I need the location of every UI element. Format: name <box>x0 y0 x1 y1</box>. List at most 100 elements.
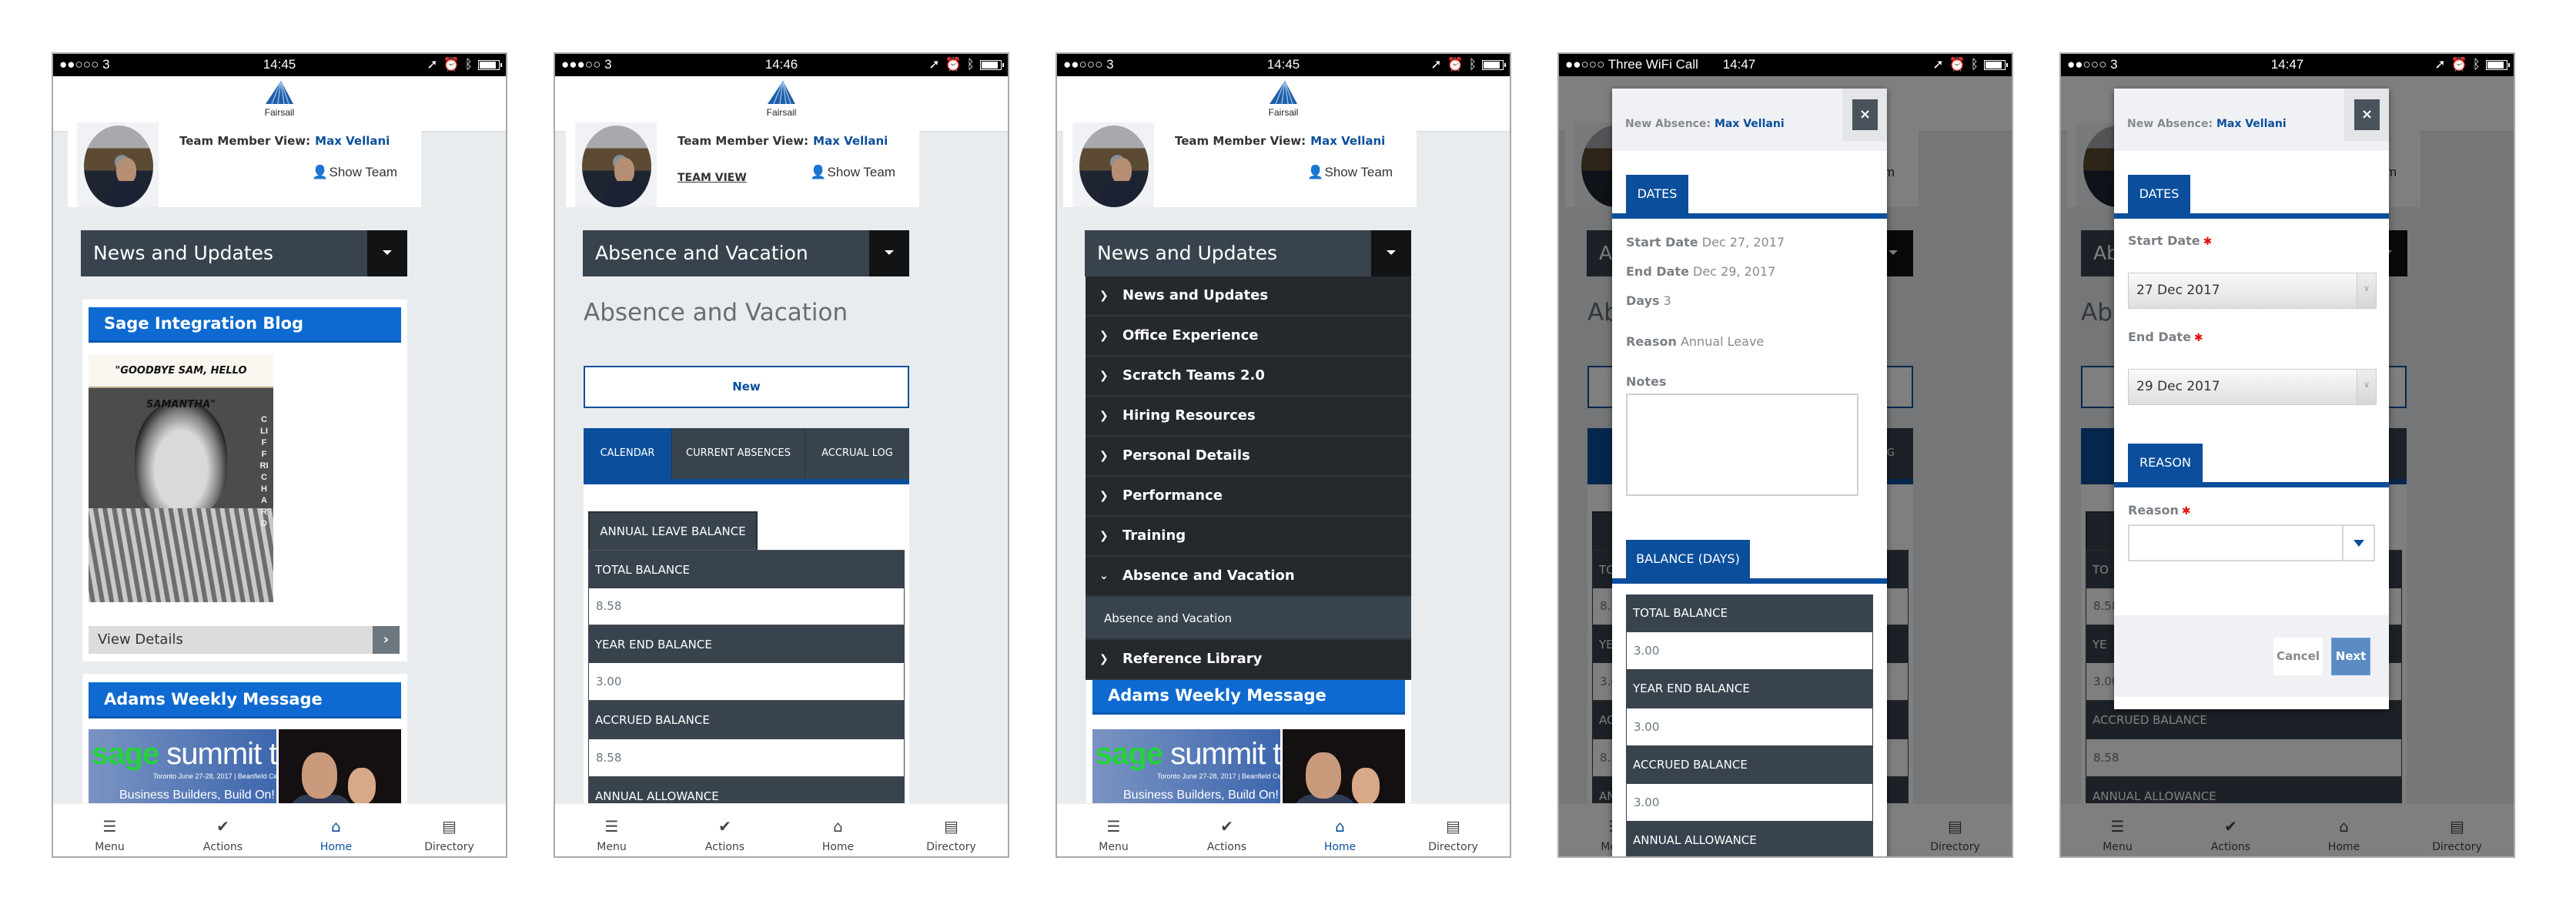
location-icon: ➚ <box>2434 57 2446 72</box>
section-menu: ❯ News and Updates ❯ Office Experience ❯ Sc… <box>1086 276 1411 680</box>
member-name-link[interactable]: Max Vellani <box>315 134 390 148</box>
reason-select[interactable] <box>2128 524 2375 561</box>
balance-value: 3.00 <box>1626 632 1873 669</box>
menu-item[interactable]: ❯ Office Experience <box>1086 317 1411 357</box>
menu-item[interactable]: ❯ Training <box>1086 517 1411 557</box>
profile-card: Team Member View: Max Vellani 👤 Show Team <box>1063 122 1417 207</box>
reason-field: Reason Annual Leave <box>1626 334 1765 349</box>
card-title[interactable]: Sage Integration Blog <box>89 307 401 343</box>
tab-calendar[interactable]: CALENDAR <box>584 428 672 479</box>
tab-home[interactable]: ⌂Home <box>781 804 895 856</box>
battery-icon <box>1482 59 1506 70</box>
show-team-button[interactable]: 👤 Show Team <box>1307 165 1393 180</box>
section-dropdown[interactable]: Absence and Vacation <box>583 230 909 276</box>
tab-actions[interactable]: ✔Actions <box>668 804 781 856</box>
view-details-button[interactable]: View Details › <box>89 626 400 654</box>
dropdown-toggle-button[interactable] <box>367 230 407 276</box>
submenu-item[interactable]: Absence and Vacation <box>1086 597 1411 640</box>
blog-image[interactable]: "GOODBYE SAM, HELLO SAMANTHA" CLIFF RICH… <box>89 354 273 602</box>
show-team-button[interactable]: 👤 Show Team <box>312 165 397 180</box>
tab-menu[interactable]: ☰Menu <box>53 804 166 856</box>
menu-item[interactable]: ❯ Hiring Resources <box>1086 397 1411 437</box>
battery-icon <box>478 59 502 70</box>
notes-textarea[interactable] <box>1626 394 1858 496</box>
menu-item[interactable]: ❯ Personal Details <box>1086 437 1411 477</box>
tab-current-absences[interactable]: CURRENT ABSENCES <box>672 428 805 479</box>
fairsail-logo[interactable]: Fairsail <box>256 80 303 118</box>
bluetooth-icon: ᛒ <box>464 57 473 72</box>
required-marker: ✱ <box>2193 332 2203 344</box>
notes-label: Notes <box>1626 374 1667 389</box>
tab-directory[interactable]: ▤Directory <box>895 804 1008 856</box>
dropdown-button[interactable] <box>2342 526 2374 560</box>
bottom-tab-bar: ☰Menu ✔Actions ⌂Home ▤Directory <box>53 803 506 856</box>
modal-header: New Absence: Max Vellani × <box>1612 89 1887 151</box>
tab-home[interactable]: ⌂Home <box>279 804 393 856</box>
chevron-right-icon: ❯ <box>1099 410 1109 422</box>
new-absence-button[interactable]: New <box>584 366 909 408</box>
start-date-label: Start Date ✱ <box>2128 233 2213 248</box>
tab-directory[interactable]: ▤Directory <box>1397 804 1510 856</box>
team-member-view: Team Member View: Max Vellani <box>179 134 390 148</box>
bluetooth-icon: ᛒ <box>2472 57 2481 72</box>
end-date-field: End Date Dec 29, 2017 <box>1626 264 1776 279</box>
member-name-link[interactable]: Max Vellani <box>813 134 888 148</box>
close-button[interactable]: × <box>2354 99 2380 130</box>
section-dropdown[interactable]: News and Updates <box>81 230 407 276</box>
end-date-select[interactable]: 29 Dec 2017 ∨ <box>2128 369 2377 405</box>
new-absence-modal: New Absence: Max Vellani × DATES Start D… <box>2114 89 2389 709</box>
annual-leave-balance-tab[interactable]: ANNUAL LEAVE BALANCE <box>588 511 758 550</box>
dropdown-toggle-button[interactable] <box>869 230 909 276</box>
menu-item-expanded[interactable]: ⌄ Absence and Vacation <box>1086 557 1411 597</box>
balance-value: 8.58 <box>588 739 905 776</box>
balance-value: 8.58 <box>588 588 905 625</box>
avatar[interactable] <box>1079 126 1149 207</box>
balance-label: TOTAL BALANCE <box>588 550 905 588</box>
home-icon: ⌂ <box>833 817 843 836</box>
tab-actions[interactable]: ✔Actions <box>166 804 279 856</box>
member-name-link[interactable]: Max Vellani <box>1310 134 1385 148</box>
start-date-select[interactable]: 27 Dec 2017 ∨ <box>2128 273 2377 309</box>
status-bar: ●●○○○ 3 14:45 ➚ ⏰ ᛒ <box>53 54 506 76</box>
reason-section-tab: REASON <box>2128 444 2203 482</box>
balance-value: 3.00 <box>1626 708 1873 745</box>
reason-label: Reason ✱ <box>2128 503 2191 517</box>
cancel-button[interactable]: Cancel <box>2273 638 2323 675</box>
menu-item[interactable]: ❯ Scratch Teams 2.0 <box>1086 357 1411 397</box>
menu-item[interactable]: ❯ Reference Library <box>1086 640 1411 680</box>
dropdown-toggle-button[interactable] <box>1371 230 1411 276</box>
tab-home[interactable]: ⌂Home <box>1283 804 1397 856</box>
close-button[interactable]: × <box>1852 99 1878 130</box>
tab-directory[interactable]: ▤Directory <box>393 804 506 856</box>
menu-icon: ☰ <box>102 817 117 836</box>
menu-item[interactable]: ❯ Performance <box>1086 477 1411 517</box>
menu-item[interactable]: ❯ News and Updates <box>1086 276 1411 317</box>
tab-menu[interactable]: ☰Menu <box>1057 804 1170 856</box>
home-icon: ⌂ <box>331 817 341 836</box>
modal-title: New Absence: Max Vellani <box>2127 118 2287 130</box>
avatar[interactable] <box>84 126 153 207</box>
next-button[interactable]: Next <box>2331 638 2370 675</box>
bluetooth-icon: ᛒ <box>966 57 975 72</box>
logo-text: Fairsail <box>766 107 797 118</box>
phone-screen-menu-open: ●●○○○ 3 14:45 ➚ ⏰ ᛒ Fairsail Team Member V… <box>1055 52 1511 858</box>
section-divider <box>1612 578 1887 584</box>
tab-menu[interactable]: ☰Menu <box>555 804 668 856</box>
fairsail-logo[interactable]: Fairsail <box>758 80 805 118</box>
location-icon: ➚ <box>1932 57 1944 72</box>
check-icon: ✔ <box>216 817 229 836</box>
card-title[interactable]: Adams Weekly Message <box>89 682 401 718</box>
fairsail-logo[interactable]: Fairsail <box>1260 80 1306 118</box>
team-view-link[interactable]: TEAM VIEW <box>677 172 747 184</box>
section-dropdown[interactable]: News and Updates <box>1085 230 1411 276</box>
status-bar: ●●○○○ 3 14:45 ➚ ⏰ ᛒ <box>1057 54 1510 76</box>
avatar[interactable] <box>582 126 651 207</box>
tab-actions[interactable]: ✔Actions <box>1170 804 1283 856</box>
show-team-button[interactable]: 👤 Show Team <box>810 165 895 180</box>
location-icon: ➚ <box>928 57 940 72</box>
alarm-icon: ⏰ <box>1949 57 1965 72</box>
card-title[interactable]: Adams Weekly Message <box>1092 678 1405 715</box>
bottom-tab-bar: ☰Menu ✔Actions ⌂Home ▤Directory <box>555 803 1008 856</box>
absence-tabs: CALENDAR CURRENT ABSENCES ACCRUAL LOG <box>584 428 909 484</box>
tab-accrual-log[interactable]: ACCRUAL LOG <box>805 428 909 479</box>
